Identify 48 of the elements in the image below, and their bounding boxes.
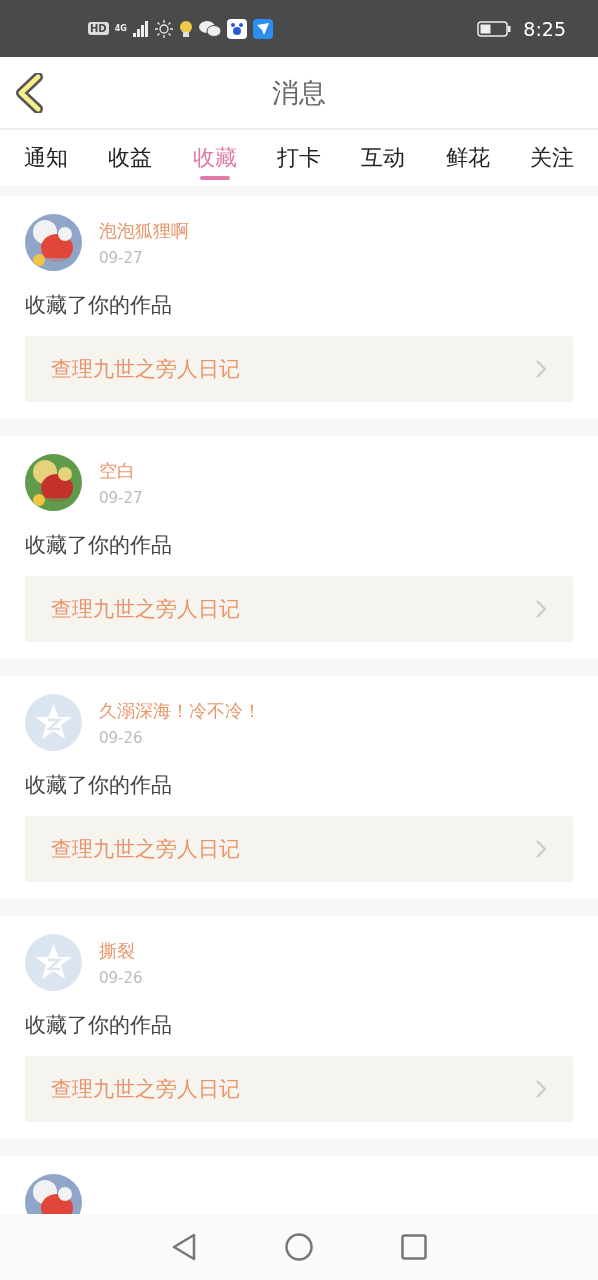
signal-icon bbox=[132, 20, 149, 37]
work-title: 查理九世之旁人日记 bbox=[51, 836, 240, 863]
default-avatar-icon bbox=[25, 694, 82, 751]
work-link[interactable]: 查理九世之旁人日记 bbox=[25, 336, 573, 402]
network-type: 4G bbox=[114, 24, 127, 33]
user-name[interactable]: 空白 bbox=[99, 458, 143, 483]
message-text: 收藏了你的作品 bbox=[25, 292, 173, 319]
clock-time: 8:25 bbox=[523, 17, 566, 40]
tab[interactable]: 鲜花 bbox=[445, 130, 490, 186]
chevron-right-icon bbox=[535, 359, 547, 379]
battery-icon bbox=[477, 20, 512, 37]
work-link[interactable]: 查理九世之旁人日记 bbox=[25, 1056, 573, 1122]
chat-bubbles-icon bbox=[198, 19, 221, 38]
tab[interactable]: 打卡 bbox=[277, 130, 321, 186]
recents-nav-button[interactable] bbox=[401, 1234, 427, 1260]
message-date: 09-27 bbox=[99, 248, 144, 267]
user-name[interactable]: 久溺深海！冷不冷！ bbox=[99, 698, 261, 723]
user-name[interactable]: 撕裂 bbox=[99, 938, 143, 963]
work-title: 查理九世之旁人日记 bbox=[51, 1076, 240, 1103]
back-nav-button[interactable] bbox=[171, 1233, 197, 1261]
work-title: 查理九世之旁人日记 bbox=[51, 356, 240, 383]
message-date: 09-26 bbox=[99, 968, 143, 987]
tab[interactable]: 互动 bbox=[361, 130, 406, 186]
back-button[interactable] bbox=[14, 73, 46, 113]
message-date: 09-27 bbox=[99, 488, 143, 507]
tab[interactable]: 关注 bbox=[529, 130, 574, 186]
message-text: 收藏了你的作品 bbox=[25, 772, 173, 799]
work-link[interactable]: 查理九世之旁人日记 bbox=[25, 816, 573, 882]
message-date: 09-26 bbox=[99, 728, 144, 747]
home-nav-button[interactable] bbox=[285, 1233, 313, 1261]
paw-app-icon bbox=[226, 18, 247, 39]
wing-app-icon bbox=[252, 18, 273, 39]
chevron-right-icon bbox=[535, 1079, 547, 1099]
message-text: 收藏了你的作品 bbox=[25, 532, 173, 559]
tab[interactable]: 收藏 bbox=[192, 130, 237, 186]
sun-icon bbox=[154, 19, 173, 38]
page-title: 消息 bbox=[272, 75, 326, 110]
default-avatar-icon bbox=[25, 934, 82, 991]
tab[interactable]: 通知 bbox=[24, 130, 68, 186]
chevron-right-icon bbox=[535, 599, 547, 619]
hd-indicator: HD bbox=[88, 22, 109, 35]
work-title: 查理九世之旁人日记 bbox=[51, 596, 240, 623]
message-text: 收藏了你的作品 bbox=[25, 1012, 173, 1039]
work-link[interactable]: 查理九世之旁人日记 bbox=[25, 576, 573, 642]
bulb-icon bbox=[178, 19, 193, 38]
user-name[interactable]: 泡泡狐狸啊 bbox=[99, 218, 189, 243]
chevron-right-icon bbox=[535, 839, 547, 859]
tab[interactable]: 收益 bbox=[108, 130, 153, 186]
